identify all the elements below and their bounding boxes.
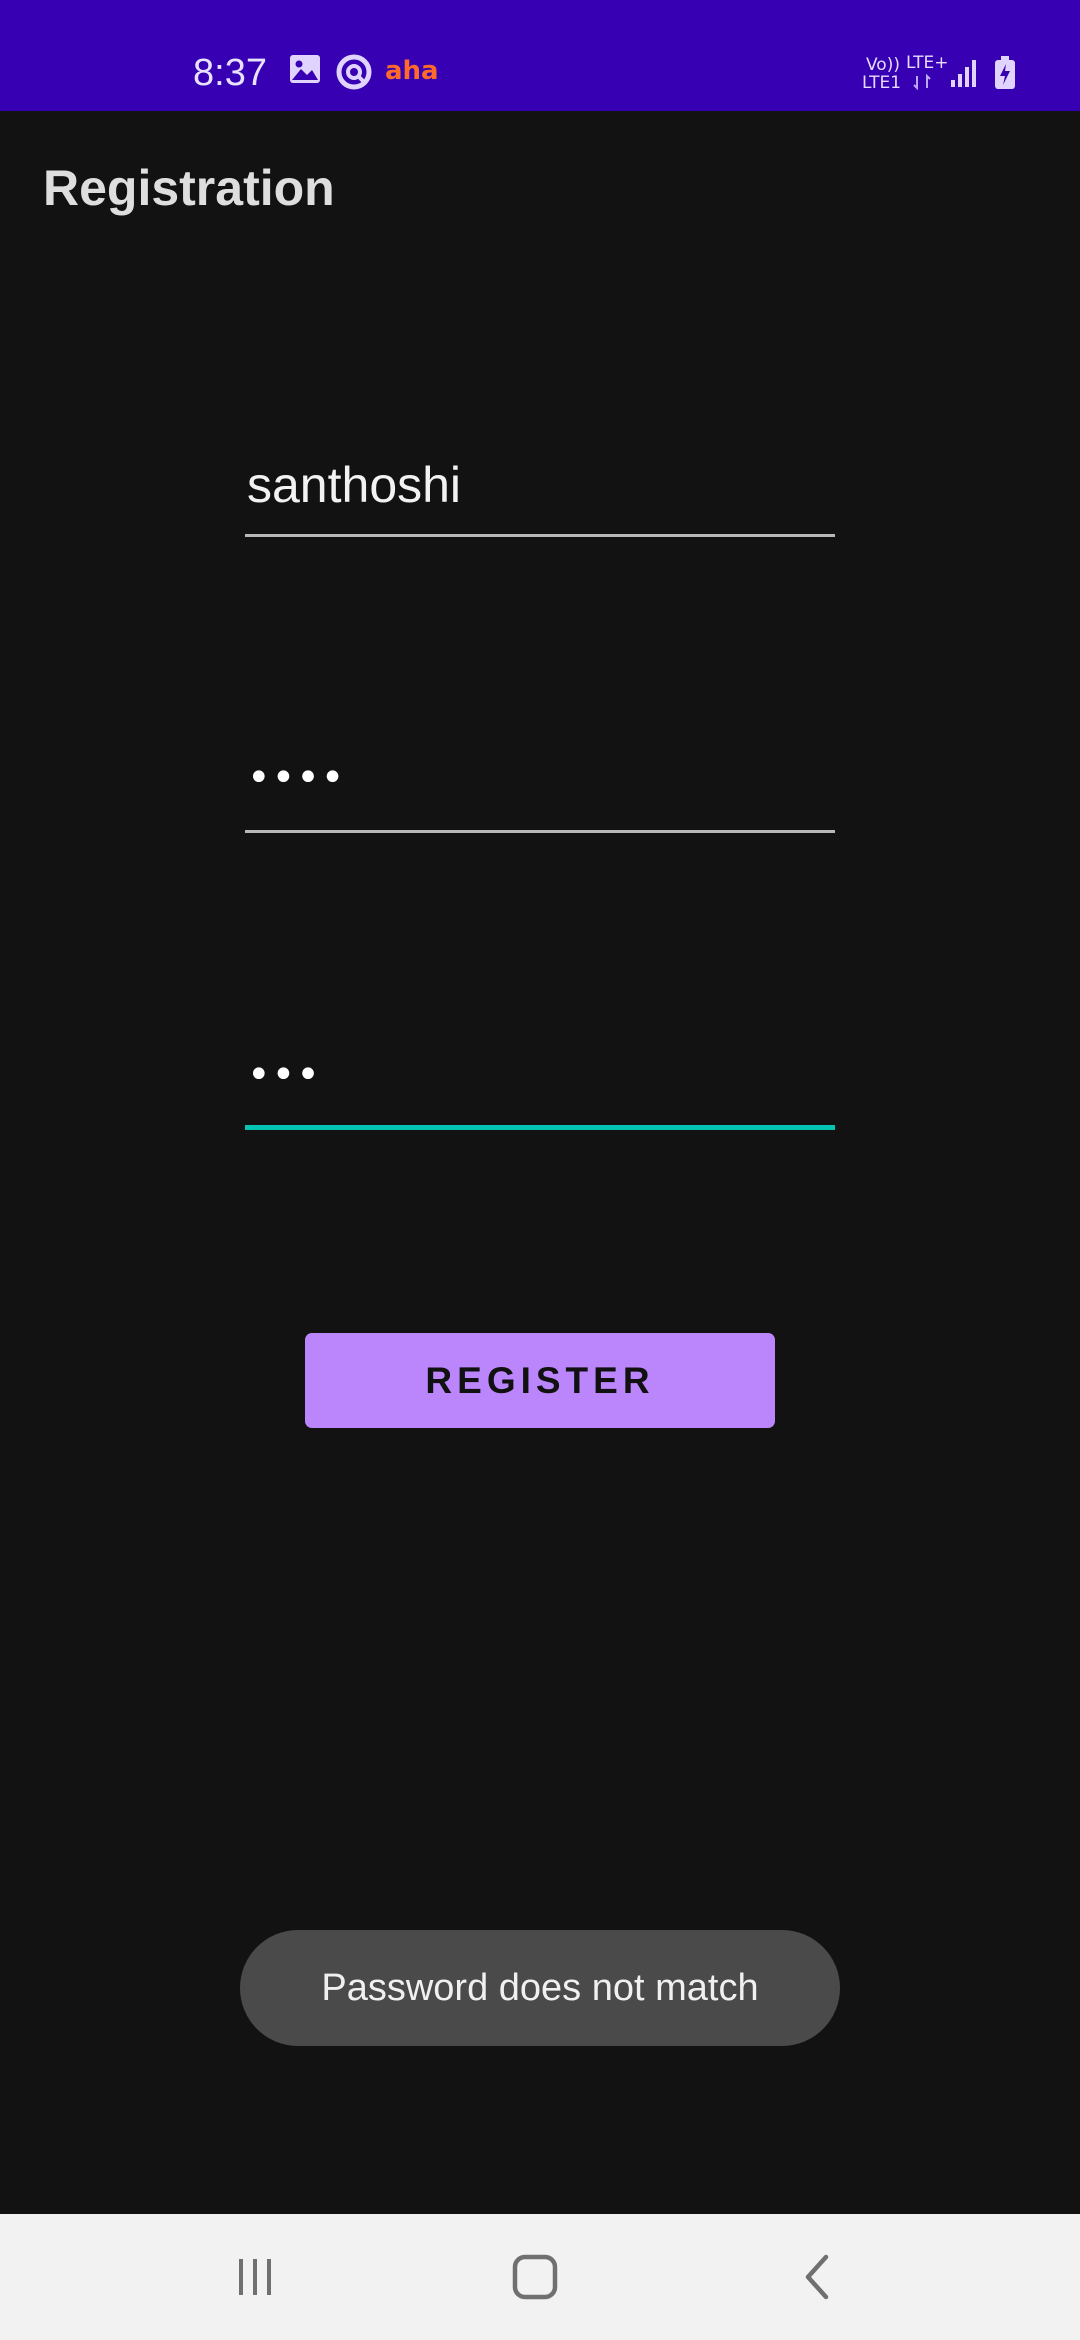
image-icon [289, 54, 321, 89]
page-title: Registration [43, 160, 335, 216]
recent-apps-icon[interactable] [175, 2214, 335, 2340]
app-circle-icon [336, 54, 372, 95]
confirm-password-underline [245, 1125, 835, 1130]
registration-screen: 8:37 aha Vo)) LTE+ LTE1 Registration san… [0, 0, 1080, 2340]
lte-plus-label: LTE+ [906, 53, 949, 73]
home-icon[interactable] [455, 2214, 615, 2340]
status-bar: 8:37 aha Vo)) LTE+ LTE1 [0, 0, 1080, 111]
volte-label: Vo)) [866, 55, 900, 75]
data-arrows-icon [912, 73, 934, 95]
toast-message: Password does not match [240, 1930, 840, 2046]
username-underline [245, 534, 835, 537]
system-nav-bar [0, 2214, 1080, 2340]
battery-charging-icon [994, 56, 1016, 95]
confirm-password-masked-value: ••• [247, 1052, 321, 1098]
username-field[interactable] [245, 437, 835, 537]
password-underline [245, 830, 835, 833]
status-time: 8:37 [193, 52, 267, 94]
signal-icon [949, 58, 979, 93]
username-input[interactable] [245, 437, 835, 533]
lte1-label: LTE1 [862, 73, 902, 93]
password-field[interactable]: •••• [245, 733, 835, 833]
register-button[interactable]: REGISTER [305, 1333, 775, 1428]
password-masked-value: •••• [247, 755, 346, 801]
aha-logo: aha [385, 56, 439, 86]
confirm-password-field[interactable]: ••• [245, 1030, 835, 1130]
back-icon[interactable] [737, 2214, 897, 2340]
